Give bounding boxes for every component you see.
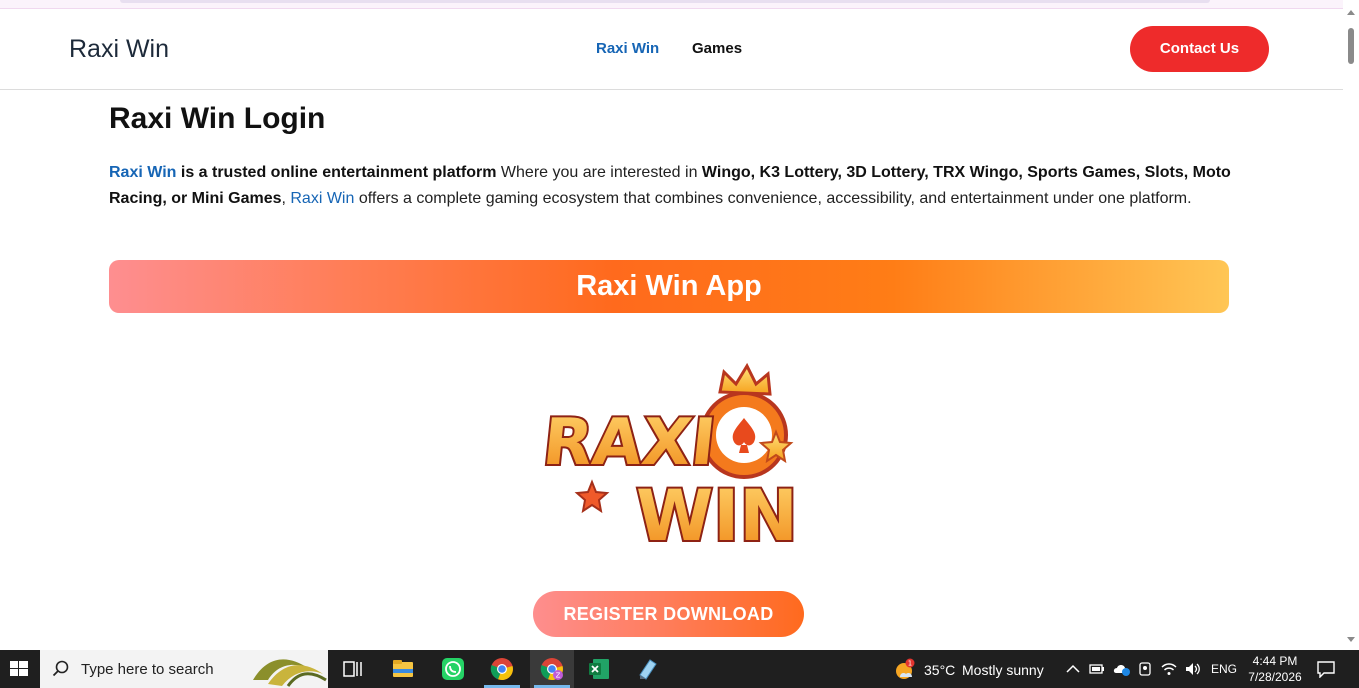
weather-alert-badge: 1 [908,660,912,668]
chrome-profile-badge: Z [556,672,561,680]
intro-text-end: offers a complete gaming ecosystem that … [354,190,1192,207]
weather-description[interactable]: Mostly sunny [962,662,1044,678]
scrollbar-thumb[interactable] [1348,28,1354,64]
notepad-icon[interactable] [636,657,660,681]
taskbar-search-box[interactable]: Type here to search [40,650,328,688]
whatsapp-icon[interactable] [441,657,465,681]
scroll-up-icon[interactable] [1347,10,1355,15]
site-brand[interactable]: Raxi Win [69,35,169,64]
clock-time: 4:44 PM [1252,654,1298,668]
wifi-icon[interactable] [1160,661,1178,677]
raxi-win-logo: RAXI WIN [544,362,800,550]
volume-icon[interactable] [1184,661,1202,677]
task-view-icon[interactable] [341,657,365,681]
logo-text-raxi: RAXI [544,405,719,480]
page-scrollbar[interactable] [1343,0,1359,650]
browser-top-strip [0,0,1343,9]
weather-icon[interactable]: 1 [893,658,917,682]
battery-icon[interactable] [1089,662,1105,676]
contact-us-button[interactable]: Contact Us [1130,26,1269,72]
windows-start-icon[interactable] [0,650,40,688]
file-explorer-icon[interactable] [391,657,415,681]
meet-now-icon[interactable] [1137,661,1153,677]
language-indicator[interactable]: ENG [1211,662,1237,676]
register-download-button[interactable]: REGISTER DOWNLOAD [533,591,804,637]
crown-icon [718,362,772,396]
main-content: Raxi Win Login Raxi Win is a trusted onl… [109,100,1231,637]
nav-link-games[interactable]: Games [692,40,742,57]
onedrive-icon[interactable] [1113,661,1131,677]
app-banner: Raxi Win App [109,260,1229,313]
intro-link-raxi-win-2[interactable]: Raxi Win [290,190,354,207]
site-header: Raxi Win Raxi Win Games Contact Us [0,9,1343,90]
excel-icon[interactable] [587,657,611,681]
search-placeholder: Type here to search [81,661,214,678]
windows-taskbar: Type here to search Z 1 35°C Mostly sunn… [0,650,1359,688]
weather-temperature[interactable]: 35°C [924,662,955,678]
intro-paragraph: Raxi Win is a trusted online entertainme… [109,160,1234,212]
intro-text: Where you are interested in [496,164,702,181]
search-icon [52,660,69,677]
search-highlight-art-icon [253,659,327,687]
star-icon-left [574,479,610,514]
intro-link-raxi-win[interactable]: Raxi Win [109,164,176,181]
chrome-icon[interactable] [490,657,514,681]
notification-icon[interactable] [1316,660,1336,678]
intro-bold-text: is a trusted online entertainment platfo… [176,164,497,181]
logo-text-win: WIN [636,475,798,550]
nav-link-raxi-win[interactable]: Raxi Win [596,40,659,57]
chevron-up-icon[interactable] [1066,663,1080,675]
taskbar-clock[interactable]: 4:44 PM 7/28/2026 [1238,653,1312,685]
scroll-down-icon[interactable] [1347,637,1355,642]
page-title: Raxi Win Login [109,102,326,135]
chrome-profile-icon[interactable]: Z [540,657,564,681]
clock-date: 7/28/2026 [1248,670,1302,684]
